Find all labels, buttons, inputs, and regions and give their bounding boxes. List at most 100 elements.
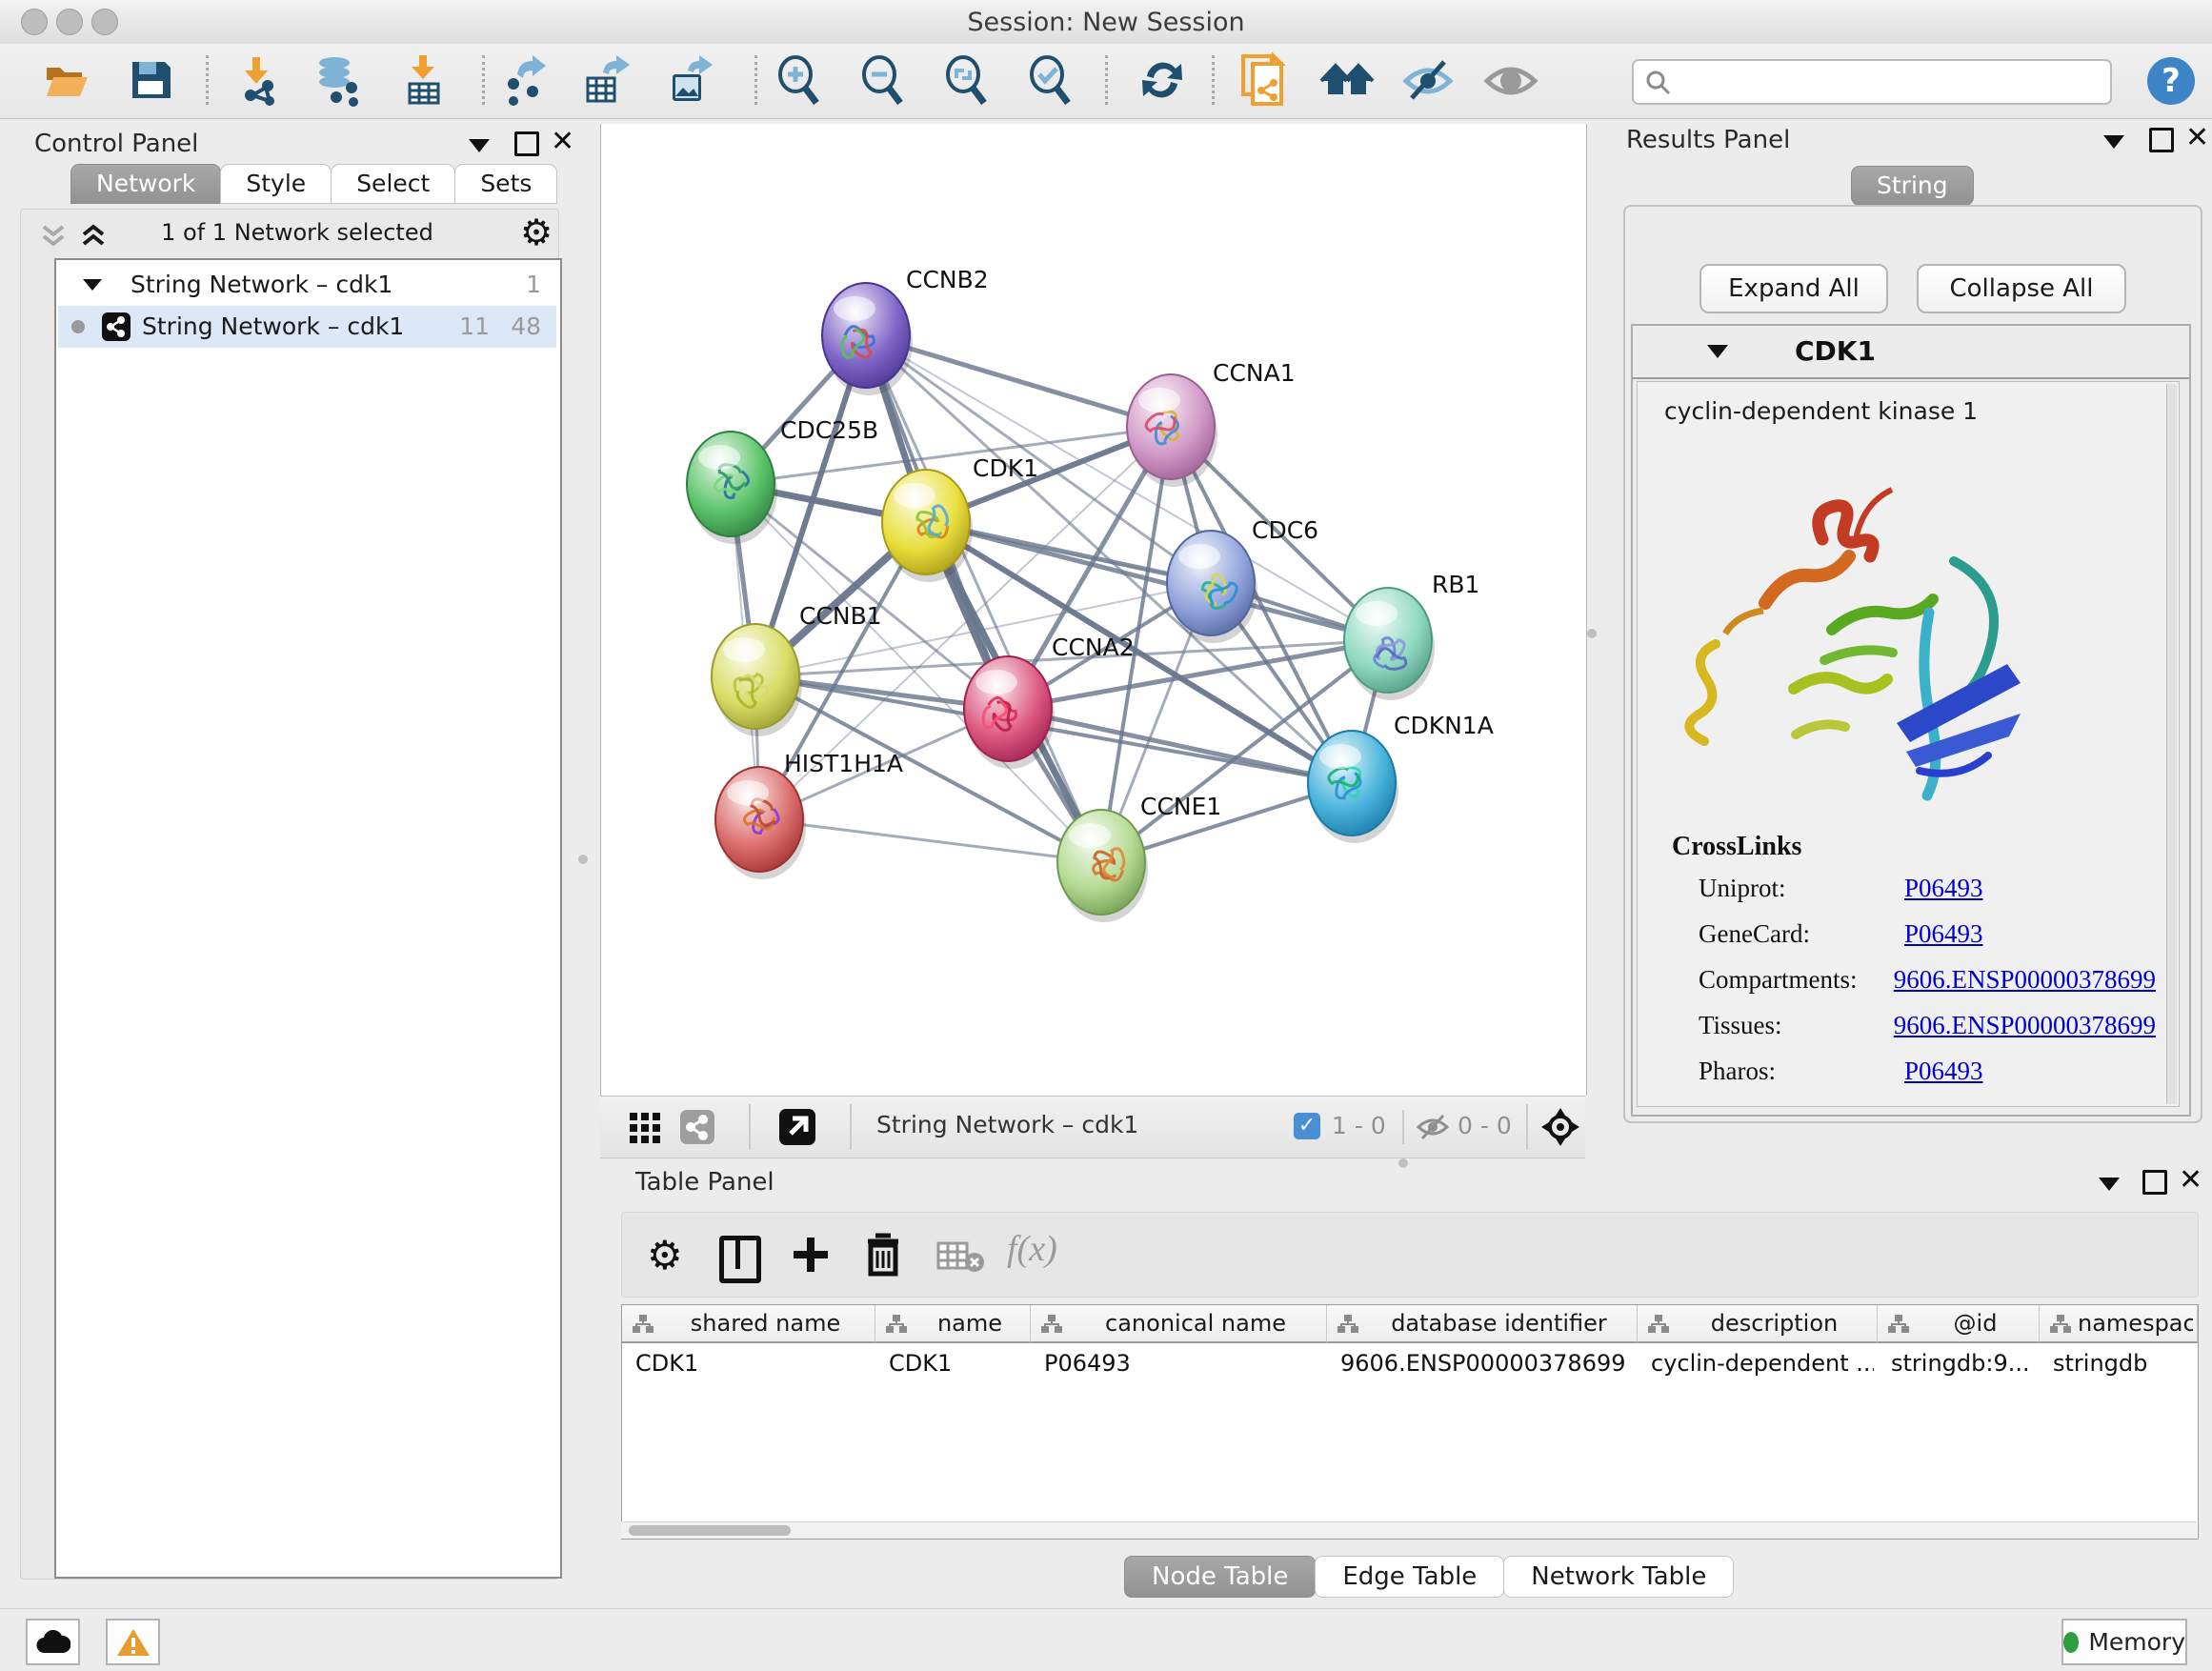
- table-cell[interactable]: CDK1: [889, 1343, 1027, 1383]
- results-panel-float-icon[interactable]: [2149, 128, 2174, 152]
- network-options-gear-icon[interactable]: ⚙: [520, 211, 553, 253]
- memory-button[interactable]: Memory: [2061, 1619, 2187, 1665]
- open-session-icon[interactable]: [38, 51, 95, 109]
- table-settings-gear-icon[interactable]: ⚙: [647, 1232, 683, 1278]
- hidden-counts: 0 - 0: [1458, 1112, 1512, 1139]
- delete-column-icon[interactable]: [862, 1232, 904, 1278]
- crosslink-link[interactable]: P06493: [1904, 919, 1983, 949]
- table-cell[interactable]: stringdb:9...: [1891, 1343, 2036, 1383]
- save-session-icon[interactable]: [122, 51, 179, 109]
- network-share-icon[interactable]: [680, 1110, 714, 1144]
- main-toolbar: ?: [0, 44, 2212, 119]
- table-hscrollbar[interactable]: [621, 1521, 2197, 1539]
- results-panel-close-icon[interactable]: ✕: [2185, 126, 2209, 151]
- node-CCNE1[interactable]: CCNE1: [1057, 793, 1221, 922]
- gene-collapse-icon[interactable]: [1707, 345, 1728, 358]
- table-cell[interactable]: stringdb: [2053, 1343, 2194, 1383]
- column-header-description[interactable]: description: [1638, 1305, 1878, 1343]
- hide-unhide-icon[interactable]: [1399, 51, 1457, 109]
- help-button[interactable]: ?: [2147, 57, 2195, 105]
- tab-string[interactable]: String: [1851, 166, 1974, 206]
- birds-eye-grid-icon[interactable]: [629, 1112, 661, 1144]
- crosslink-row: Uniprot:P06493: [1699, 874, 2156, 903]
- table-cell[interactable]: cyclin-dependent ...: [1651, 1343, 1874, 1383]
- network-collection-row[interactable]: String Network – cdk1 1: [58, 264, 556, 306]
- selected-checkbox-icon[interactable]: ✓: [1294, 1113, 1320, 1139]
- column-header-canonical-name[interactable]: canonical name: [1031, 1305, 1327, 1343]
- column-header-namespac[interactable]: namespac: [2040, 1305, 2198, 1343]
- graphics-details-icon[interactable]: [1482, 51, 1539, 109]
- network-row[interactable]: String Network – cdk1 11 48: [58, 306, 556, 348]
- hidden-eye-icon[interactable]: [1416, 1112, 1450, 1142]
- zoom-fit-icon[interactable]: [937, 51, 995, 109]
- results-panel-menu-icon[interactable]: [2103, 135, 2124, 149]
- cloud-button[interactable]: [26, 1619, 80, 1665]
- table-hscrollbar-thumb[interactable]: [629, 1525, 791, 1536]
- collection-expand-icon[interactable]: [83, 279, 102, 291]
- string-home-icon[interactable]: [1318, 51, 1376, 109]
- node-CDK1[interactable]: CDK1: [882, 454, 1038, 582]
- import-network-database-icon[interactable]: [310, 51, 367, 109]
- right-splitter-handle[interactable]: [1587, 629, 1597, 638]
- node-CDC6[interactable]: CDC6: [1167, 516, 1318, 643]
- delete-table-icon[interactable]: [936, 1239, 986, 1274]
- control-panel-close-icon[interactable]: ✕: [551, 130, 574, 154]
- tab-network[interactable]: Network: [70, 164, 221, 204]
- export-image-icon[interactable]: [661, 51, 718, 109]
- collapse-all-chevron-icon[interactable]: [36, 223, 74, 252]
- show-columns-icon[interactable]: [719, 1236, 761, 1283]
- table-panel-float-icon[interactable]: [2142, 1170, 2167, 1195]
- crosslink-link[interactable]: 9606.ENSP00000378699: [1894, 965, 2156, 995]
- node-HIST1H1A[interactable]: HIST1H1A: [715, 750, 903, 879]
- expand-all-chevron-icon[interactable]: [76, 223, 114, 252]
- zoom-in-icon[interactable]: [770, 51, 827, 109]
- warning-button[interactable]: [106, 1619, 160, 1665]
- tab-sets[interactable]: Sets: [454, 164, 557, 204]
- column-header-shared-name[interactable]: shared name: [622, 1305, 875, 1343]
- import-network-file-icon[interactable]: [230, 51, 287, 109]
- table-cell[interactable]: 9606.ENSP00000378699: [1340, 1343, 1634, 1383]
- search-input[interactable]: [1679, 63, 2102, 99]
- refresh-view-icon[interactable]: [1134, 51, 1191, 109]
- tab-network-table[interactable]: Network Table: [1503, 1556, 1734, 1598]
- tab-edge-table[interactable]: Edge Table: [1315, 1556, 1504, 1598]
- node-CCNB2[interactable]: CCNB2: [822, 266, 989, 395]
- open-in-window-icon[interactable]: [779, 1109, 815, 1145]
- node-RB1[interactable]: RB1: [1344, 571, 1479, 700]
- crosslink-link[interactable]: P06493: [1904, 1057, 1983, 1086]
- control-panel-menu-icon[interactable]: [469, 139, 490, 152]
- table-panel-close-icon[interactable]: ✕: [2179, 1168, 2202, 1193]
- add-column-icon[interactable]: [790, 1234, 832, 1276]
- zoom-selected-icon[interactable]: [1021, 51, 1078, 109]
- collapse-all-button[interactable]: Collapse All: [1917, 264, 2126, 313]
- tab-node-table[interactable]: Node Table: [1124, 1556, 1316, 1598]
- function-builder-icon[interactable]: f(x): [1007, 1228, 1057, 1270]
- export-network-icon[interactable]: [496, 51, 553, 109]
- node-CDKN1A[interactable]: CDKN1A: [1308, 712, 1494, 843]
- edge-CCNB2-CCNE1[interactable]: [866, 335, 1101, 862]
- control-panel-float-icon[interactable]: [514, 131, 539, 156]
- column-header-name[interactable]: name: [875, 1305, 1031, 1343]
- column-header-@id[interactable]: @id: [1878, 1305, 2040, 1343]
- column-header-database-identifier[interactable]: database identifier: [1327, 1305, 1638, 1343]
- network-canvas[interactable]: CCNB2CCNA1CDC25BCDK1CDC6RB1CCNB1CCNA2CDK…: [600, 124, 1587, 1096]
- center-view-crosshair-icon[interactable]: [1541, 1108, 1579, 1146]
- table-panel-menu-icon[interactable]: [2099, 1178, 2120, 1191]
- gene-section-header[interactable]: CDK1: [1633, 326, 2189, 379]
- tab-select[interactable]: Select: [331, 164, 455, 204]
- expand-all-button[interactable]: Expand All: [1699, 264, 1888, 313]
- string-document-icon[interactable]: [1235, 51, 1292, 109]
- results-scrollbar[interactable]: [2166, 384, 2177, 1104]
- crosslink-link[interactable]: P06493: [1904, 874, 1983, 903]
- crosslink-link[interactable]: 9606.ENSP00000378699: [1894, 1011, 2156, 1040]
- import-table-file-icon[interactable]: [394, 51, 452, 109]
- table-cell[interactable]: CDK1: [635, 1343, 872, 1383]
- left-splitter-handle[interactable]: [578, 855, 588, 864]
- tab-style[interactable]: Style: [220, 164, 332, 204]
- control-panel-title: Control Panel: [34, 130, 198, 158]
- zoom-out-icon[interactable]: [854, 51, 911, 109]
- table-cell[interactable]: P06493: [1044, 1343, 1323, 1383]
- export-table-icon[interactable]: [578, 51, 635, 109]
- network-node-count: 11: [459, 306, 490, 348]
- edge-CCNE1-HIST1H1A[interactable]: [759, 819, 1101, 862]
